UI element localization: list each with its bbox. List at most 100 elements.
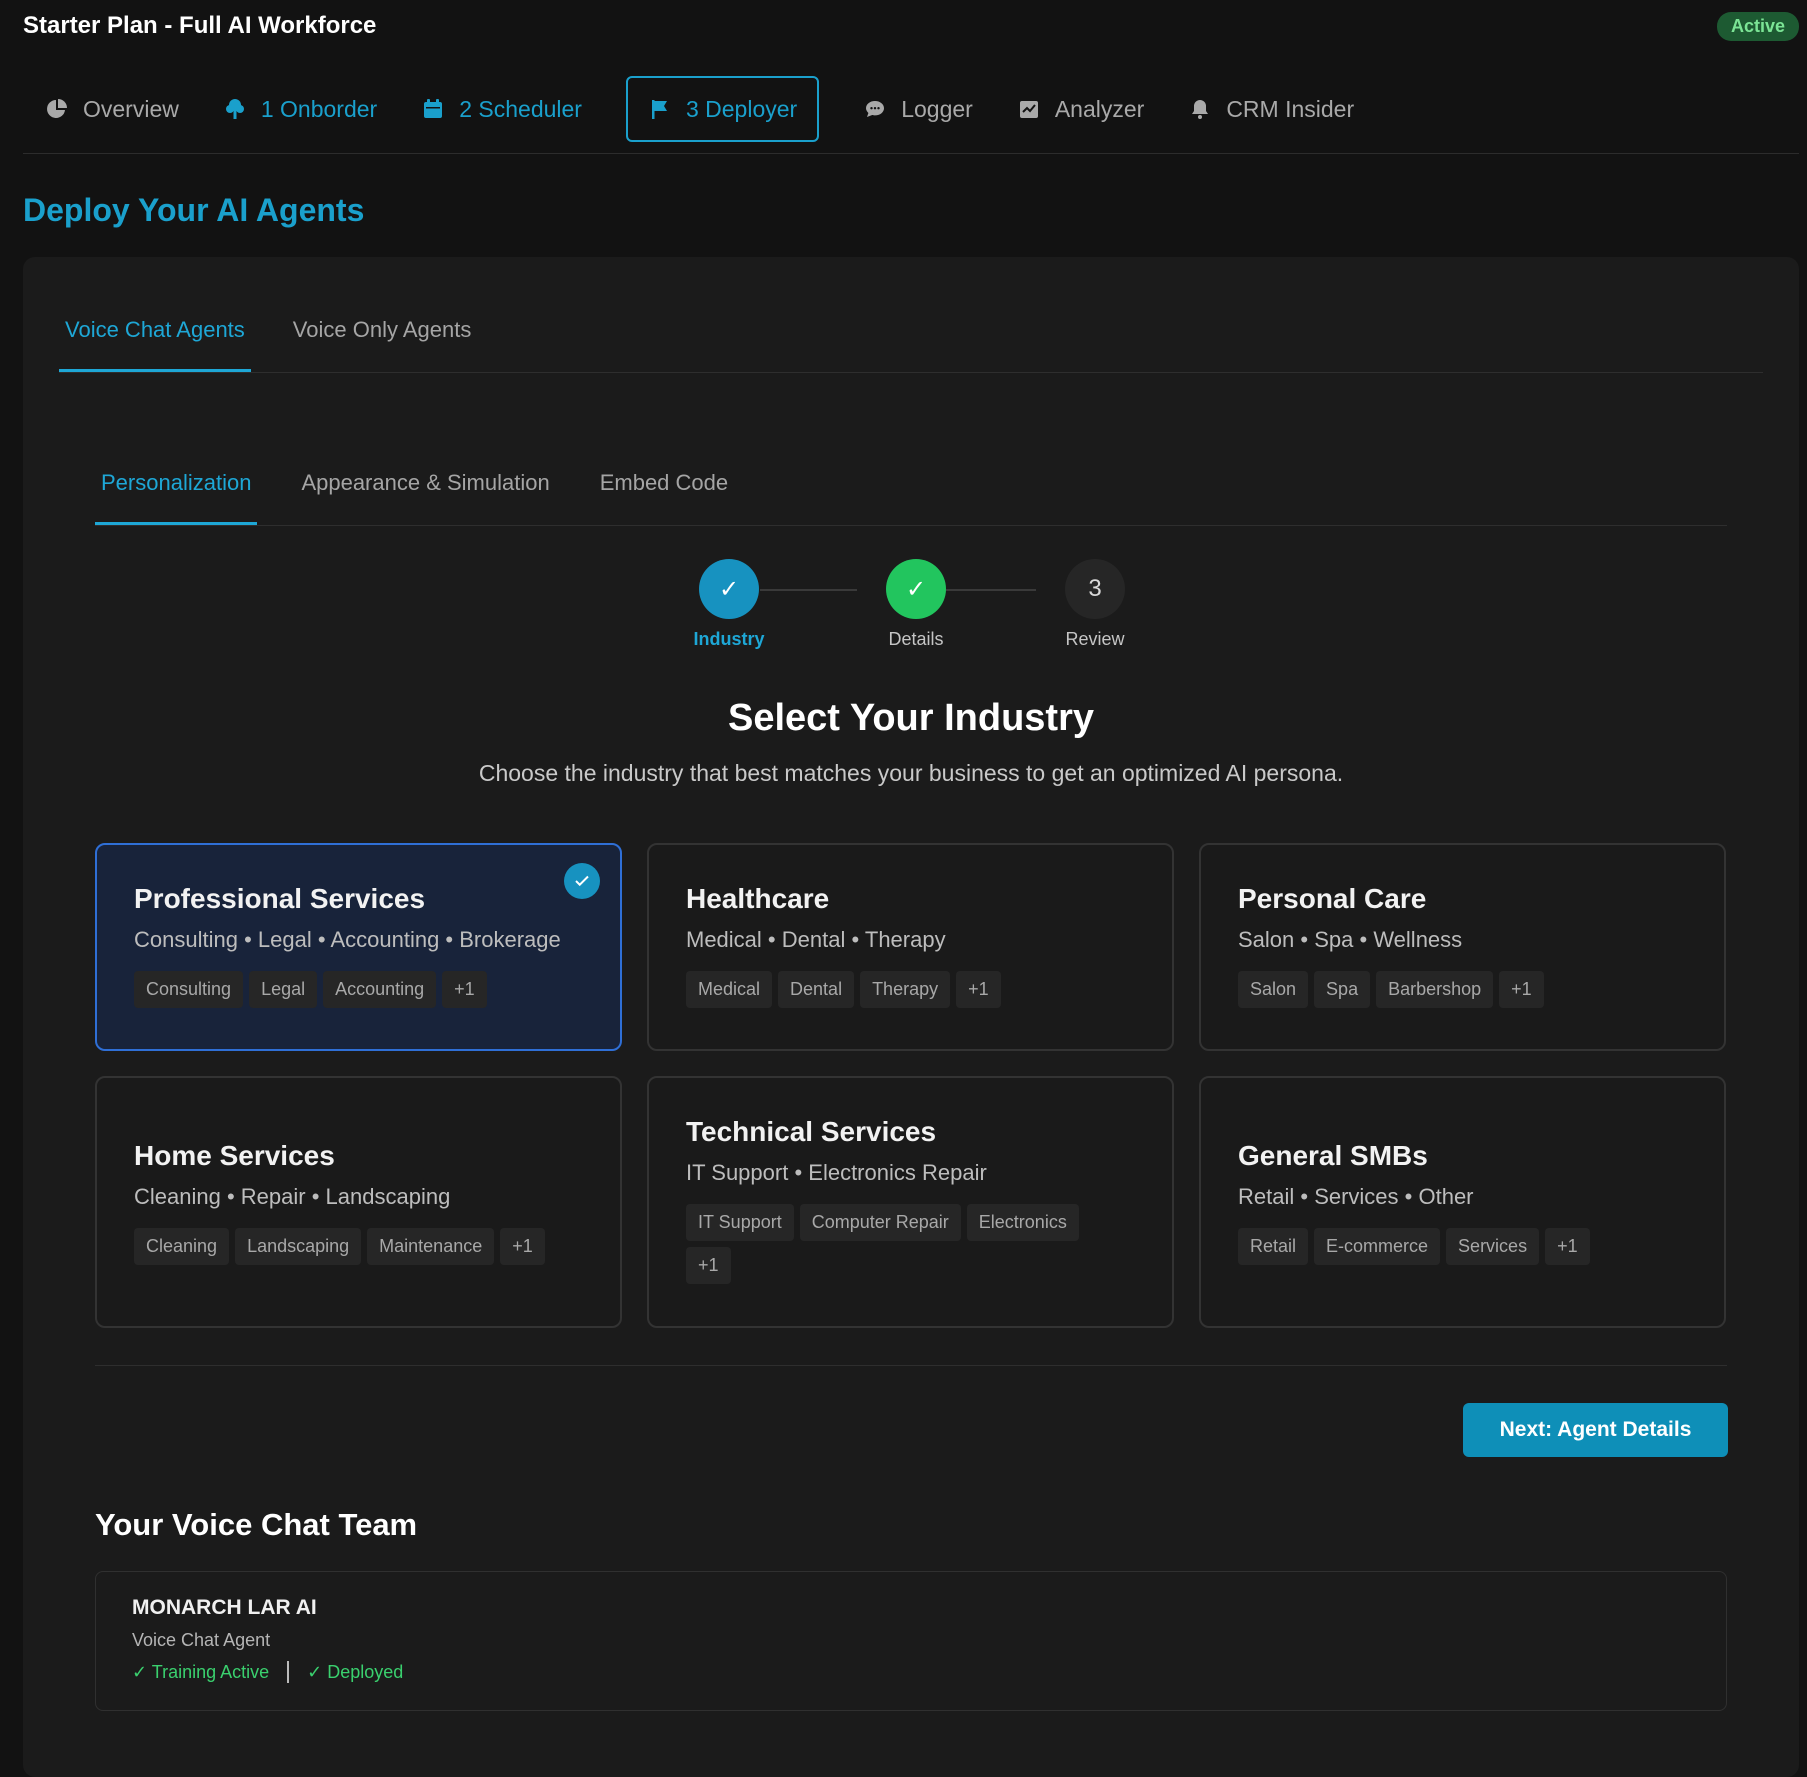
tab-appearance-simulation[interactable]: Appearance & Simulation [295,470,555,525]
deployed-status: ✓ Deployed [307,1661,404,1682]
industry-subcategory: Electronics Repair [808,1160,987,1185]
agent-type-tabs: Voice Chat Agents Voice Only Agents [59,257,1763,373]
nav-item-overview[interactable]: Overview [23,76,201,142]
top-bar: Starter Plan - Full AI Workforce Active [0,0,1807,52]
tab-voice-only-agents[interactable]: Voice Only Agents [287,317,478,372]
deploy-panel: Voice Chat Agents Voice Only Agents Pers… [23,257,1799,1777]
industry-tags: Retail E-commerce Services +1 [1238,1228,1658,1265]
industry-card[interactable]: Technical Services IT Support • Electroni… [647,1076,1174,1328]
bullet-separator: • [237,927,258,952]
flag-icon [651,100,667,119]
section-title: Select Your Industry [727,697,1095,739]
industry-card[interactable]: Healthcare Medical • Dental • Therapy Medi… [647,843,1174,1051]
industry-card-description: IT Support • Electronics Repair [686,1160,1140,1186]
industry-tag: Cleaning [134,1228,230,1265]
industry-card-title: Personal Care [1238,883,1427,914]
nav-item-crm-insider[interactable]: CRM Insider [1166,76,1376,142]
industry-subcategory: Brokerage [459,927,561,952]
tree-icon [225,99,244,119]
step-review[interactable]: 3 Review [1035,559,1155,650]
industry-card-description: Salon • Spa • Wellness [1238,927,1692,953]
industry-tags: Salon Spa Barbershop +1 [1238,971,1658,1008]
plan-title: Starter Plan - Full AI Workforce [23,12,377,39]
industry-tag: Legal [249,971,318,1008]
industry-card[interactable]: Professional Services Consulting • Legal … [95,843,622,1051]
nav-item-deployer[interactable]: 3 Deployer [625,76,820,142]
tab-voice-chat-agents[interactable]: Voice Chat Agents [59,317,251,372]
bullet-separator: • [305,1184,326,1209]
industry-subcategory: Therapy [864,927,946,952]
industry-tag: Retail [1238,1228,1309,1265]
industry-card[interactable]: Home Services Cleaning • Repair • Landsca… [95,1076,622,1328]
nav-item-analyzer[interactable]: Analyzer [995,76,1166,142]
industry-subcategory: Services [1314,1184,1399,1209]
industry-tags: Medical Dental Therapy +1 [686,971,1106,1008]
agent-status: ✓ Training Active ✓ Deployed [132,1661,1690,1683]
industry-tag: Maintenance [367,1228,495,1265]
step-circle: 3 [1065,559,1125,619]
industry-subcategory: Other [1418,1184,1474,1209]
industry-subcategory: Medical [686,927,762,952]
nav-item-label: Analyzer [1054,95,1145,122]
nav-item-label: Logger [901,95,973,122]
next-agent-details-button[interactable]: Next: Agent Details [1463,1403,1728,1457]
industry-tag: Barbershop [1376,971,1494,1008]
industry-tag: Accounting [323,971,437,1008]
industry-tag: Salon [1238,971,1309,1008]
industry-tag: +1 [956,971,1001,1008]
industry-tag: Services [1446,1228,1540,1265]
industry-card-title: General SMBs [1238,1140,1428,1171]
industry-subcategory: Landscaping [325,1184,451,1209]
step-label: Details [888,629,944,649]
bullet-separator: • [220,1184,241,1209]
industry-tag: Computer Repair [799,1204,961,1241]
bullet-separator: • [1294,1184,1315,1209]
step-details[interactable]: ✓ Details [856,559,976,650]
industry-tag: +1 [686,1247,731,1284]
industry-subcategory: Spa [1314,927,1354,952]
nav-item-label: 1 Onborder [260,95,378,122]
pie-chart-icon [47,99,67,118]
tab-embed-code[interactable]: Embed Code [594,470,734,525]
industry-tag: +1 [1545,1228,1590,1265]
selected-check-icon [564,863,600,899]
industry-card[interactable]: General SMBs Retail • Services • Other Ret… [1199,1076,1726,1328]
nav-item-label: 2 Scheduler [459,95,582,122]
config-tabs: Personalization Appearance & Simulation … [95,437,1727,526]
industry-tag: +1 [1499,971,1544,1008]
industry-card-description: Medical • Dental • Therapy [686,927,1140,953]
section-divider [95,1365,1727,1366]
industry-subcategory: Legal [257,927,312,952]
nav-item-onborder[interactable]: 1 Onborder [201,76,399,142]
agent-card[interactable]: MONARCH LAR AI Voice Chat Agent ✓ Traini… [95,1571,1727,1711]
nav-item-label: 3 Deployer [685,95,798,122]
nav-item-label: CRM Insider [1226,95,1355,122]
status-separator [287,1661,290,1683]
industry-card-title: Professional Services [134,883,426,914]
industry-tag: +1 [442,971,487,1008]
tab-personalization[interactable]: Personalization [95,470,258,525]
nav-item-label: Overview [83,95,179,122]
industry-subcategory: Dental [781,927,846,952]
industry-card-description: Cleaning • Repair • Landscaping [134,1184,588,1210]
industry-subcategory: Wellness [1373,927,1463,952]
industry-card[interactable]: Personal Care Salon • Spa • Wellness Salon… [1199,843,1726,1051]
nav-item-scheduler[interactable]: 2 Scheduler [399,76,604,142]
industry-tag: Dental [778,971,855,1008]
agent-name: MONARCH LAR AI [132,1596,317,1619]
industry-tag: Medical [686,971,773,1008]
bullet-separator: • [845,927,865,952]
progress-stepper: ✓ Industry ✓ Details 3 Review [669,559,1169,659]
bullet-separator: • [439,927,460,952]
nav-item-logger[interactable]: Logger [841,76,995,142]
step-industry[interactable]: ✓ Industry [669,559,789,650]
industry-subcategory: Retail [1238,1184,1295,1209]
industry-tag: Electronics [966,1204,1079,1241]
industry-tag: Consulting [134,971,244,1008]
bullet-separator: • [788,1160,809,1185]
industry-card-title: Home Services [134,1140,335,1171]
industry-subcategory: Consulting [134,927,238,952]
step-circle: ✓ [886,559,946,619]
industry-subcategory: Accounting [330,927,440,952]
industry-subcategory: IT Support [686,1160,789,1185]
